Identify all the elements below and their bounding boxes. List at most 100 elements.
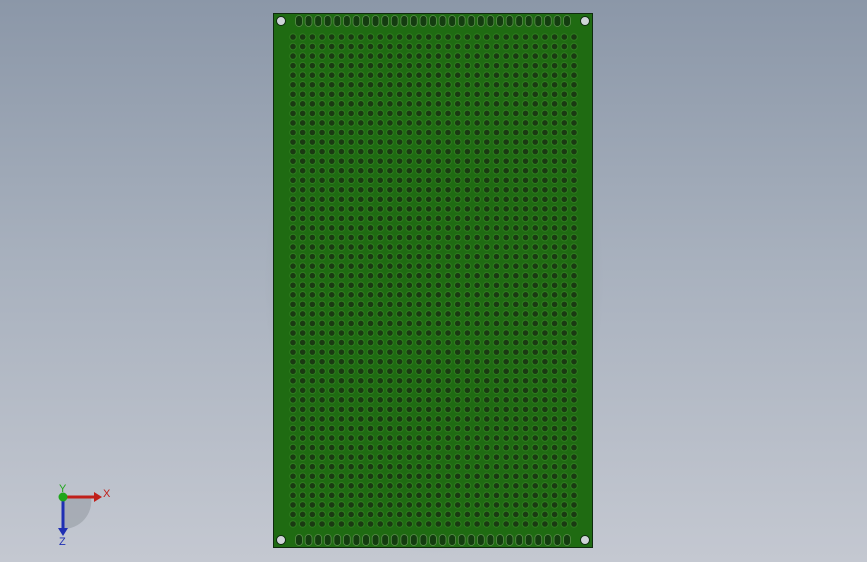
pad-hole xyxy=(347,491,355,500)
pad-hole xyxy=(298,510,307,519)
pad-hole xyxy=(453,386,462,395)
pad-hole xyxy=(289,243,297,251)
pad-hole xyxy=(347,281,355,290)
pad-hole xyxy=(395,338,404,347)
pad-hole xyxy=(366,252,375,261)
pad-hole xyxy=(376,214,385,223)
pad-hole xyxy=(560,300,569,309)
pad-hole xyxy=(289,357,297,366)
pad-hole xyxy=(415,310,423,318)
pad-hole xyxy=(376,138,385,146)
pad-hole xyxy=(386,52,394,60)
pad-hole xyxy=(366,501,375,509)
pad-hole xyxy=(424,348,433,356)
pad-hole xyxy=(327,166,336,175)
pad-hole xyxy=(521,396,530,404)
pad-hole xyxy=(444,214,452,223)
pad-hole xyxy=(386,109,394,118)
pad-hole xyxy=(512,348,520,356)
edge-slot-top xyxy=(524,15,533,27)
pad-hole xyxy=(482,80,491,89)
pad-hole xyxy=(531,396,540,404)
pad-hole xyxy=(298,42,307,51)
pad-hole xyxy=(502,424,510,433)
pad-hole xyxy=(337,396,346,404)
pad-hole xyxy=(560,491,569,500)
pad-hole xyxy=(298,52,307,60)
pad-hole xyxy=(550,348,559,356)
pad-hole xyxy=(570,434,578,442)
pad-hole xyxy=(415,434,423,442)
pad-hole xyxy=(327,52,336,60)
perfboard-model[interactable] xyxy=(273,13,593,548)
pad-hole xyxy=(308,90,317,99)
pad-hole xyxy=(444,176,452,185)
pad-hole xyxy=(463,119,472,127)
pad-hole xyxy=(376,424,385,433)
pad-hole xyxy=(386,119,394,127)
pad-hole xyxy=(424,300,433,309)
pad-hole xyxy=(502,52,510,60)
pad-hole xyxy=(337,147,346,156)
pad-hole xyxy=(415,415,423,423)
pad-hole xyxy=(434,52,443,60)
edge-slot-top xyxy=(515,15,523,27)
pad-hole xyxy=(434,415,443,423)
pad-hole xyxy=(444,100,452,108)
pad-hole xyxy=(347,357,355,366)
pad-hole xyxy=(550,424,559,433)
pad-hole xyxy=(395,205,404,213)
pad-hole xyxy=(492,147,501,156)
pad-hole xyxy=(405,109,414,118)
pad-hole xyxy=(560,291,569,299)
pad-hole xyxy=(531,520,540,528)
pad-hole xyxy=(453,52,462,60)
pad-hole xyxy=(492,90,501,99)
pad-hole xyxy=(357,415,365,423)
pad-hole xyxy=(337,310,346,318)
pad-hole xyxy=(492,166,501,175)
pad-hole xyxy=(502,386,510,395)
pad-hole xyxy=(289,291,297,299)
pad-hole xyxy=(308,415,317,423)
edge-slot-bottom xyxy=(505,534,514,546)
graphics-viewport[interactable]: X Y Z xyxy=(0,0,867,562)
pad-hole xyxy=(289,443,297,452)
pad-hole xyxy=(298,157,307,165)
pad-hole xyxy=(395,42,404,51)
pad-hole xyxy=(521,185,530,194)
pad-hole xyxy=(424,214,433,223)
pad-hole xyxy=(424,166,433,175)
pad-hole xyxy=(327,157,336,165)
edge-slot-top xyxy=(419,15,428,27)
pad-hole xyxy=(357,33,365,41)
pad-hole xyxy=(424,157,433,165)
pad-hole xyxy=(347,271,355,280)
pad-hole xyxy=(463,243,472,251)
pad-hole xyxy=(376,443,385,452)
pad-hole xyxy=(541,424,549,433)
pad-hole xyxy=(521,482,530,490)
pad-hole xyxy=(366,262,375,270)
pad-hole xyxy=(366,271,375,280)
pad-hole xyxy=(289,472,297,481)
pad-hole xyxy=(492,443,501,452)
pad-hole xyxy=(405,472,414,481)
pad-hole xyxy=(347,434,355,442)
pad-hole xyxy=(482,291,491,299)
pad-hole xyxy=(308,453,317,461)
pad-hole xyxy=(570,128,578,137)
pad-hole xyxy=(453,281,462,290)
pad-hole xyxy=(386,329,394,337)
pad-hole xyxy=(395,405,404,414)
pad-hole xyxy=(357,252,365,261)
pad-hole xyxy=(386,252,394,261)
pad-hole xyxy=(395,224,404,232)
pad-hole xyxy=(415,462,423,471)
pad-hole xyxy=(521,300,530,309)
pad-hole xyxy=(463,300,472,309)
pad-hole xyxy=(395,329,404,337)
pad-hole xyxy=(453,71,462,80)
pad-hole xyxy=(492,482,501,490)
pad-hole xyxy=(482,348,491,356)
